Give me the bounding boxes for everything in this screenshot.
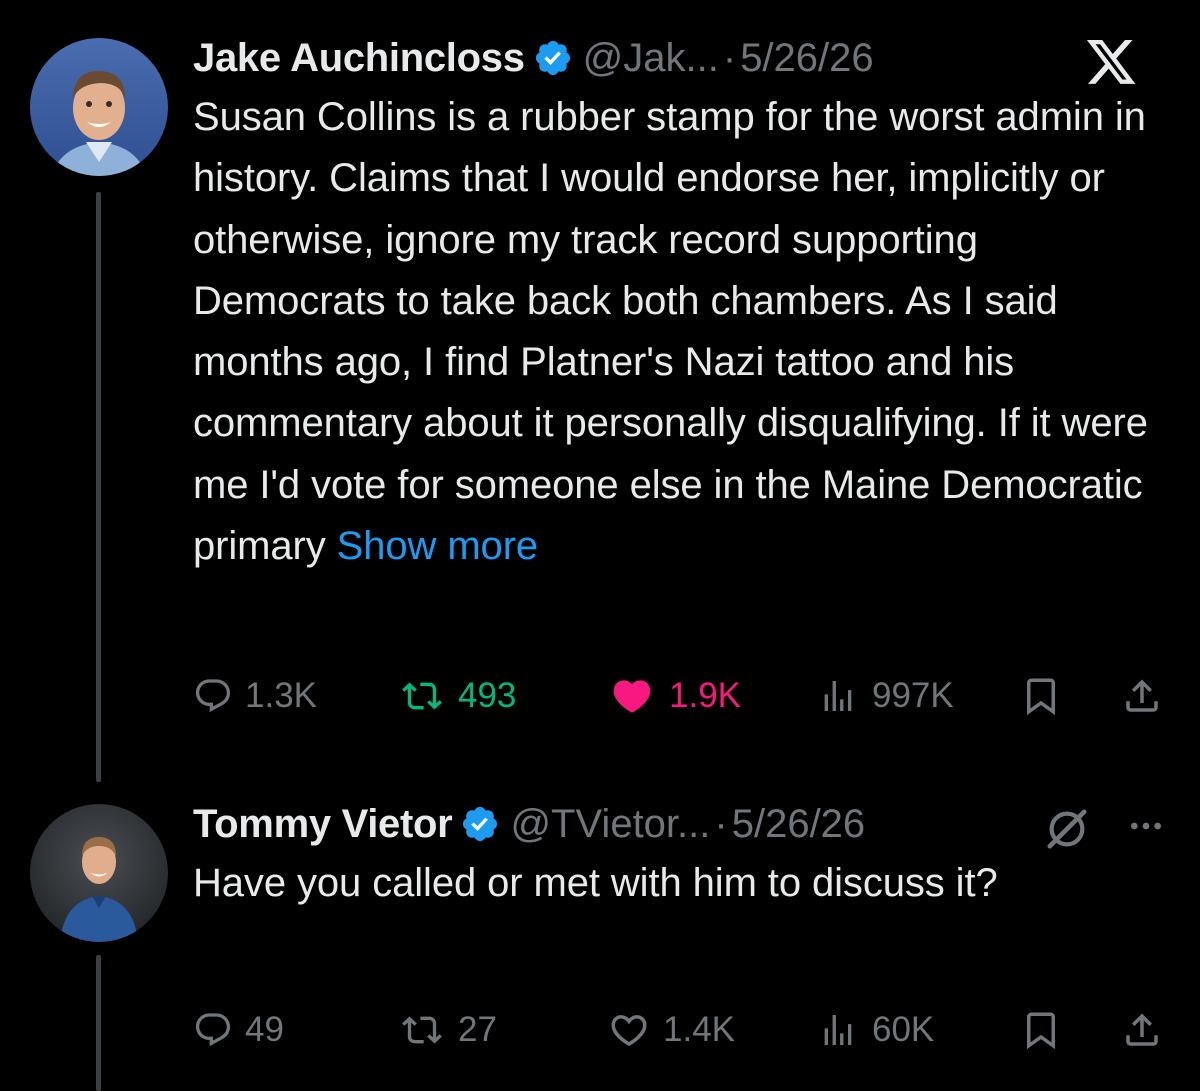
tweet-text-content: Susan Collins is a rubber stamp for the … — [193, 95, 1148, 569]
repost-button[interactable]: 27 — [398, 1002, 497, 1058]
bookmark-button[interactable] — [1020, 1002, 1062, 1058]
repost-count: 493 — [458, 676, 517, 715]
verified-badge-icon — [533, 38, 573, 78]
grok-icon[interactable] — [1044, 806, 1090, 857]
bookmark-button[interactable] — [1020, 668, 1062, 724]
separator-dot: · — [714, 801, 728, 846]
reply-button[interactable]: 1.3K — [193, 668, 317, 724]
heart-outline-icon — [611, 1015, 647, 1047]
repost-count: 27 — [458, 1010, 497, 1049]
tweet-header: Tommy Vietor @TVietor... · 5/26/26 — [193, 796, 1168, 852]
thread-line — [96, 192, 101, 782]
views-icon — [824, 1015, 852, 1045]
views-count: 60K — [872, 1010, 935, 1049]
share-icon — [1126, 679, 1158, 712]
share-icon — [1126, 1013, 1158, 1046]
verified-badge-icon — [460, 804, 500, 844]
reply-count: 49 — [245, 1010, 284, 1049]
thread-line — [96, 955, 101, 1091]
like-button[interactable]: 1.9K — [607, 668, 741, 724]
tweet-date[interactable]: 5/26/26 — [740, 36, 873, 81]
avatar[interactable] — [30, 804, 168, 942]
views-button[interactable]: 60K — [816, 1002, 934, 1058]
avatar[interactable] — [30, 38, 168, 176]
like-button[interactable]: 1.4K — [607, 1002, 735, 1058]
tweet-header: Jake Auchincloss @Jak... · 5/26/26 — [193, 30, 1168, 86]
heart-filled-icon — [613, 680, 651, 713]
share-button[interactable] — [1121, 668, 1163, 724]
author-handle[interactable]: @TVietor... — [510, 802, 710, 847]
tweet-1[interactable]: Jake Auchincloss @Jak... · 5/26/26 Susan… — [0, 0, 1200, 782]
show-more-link[interactable]: Show more — [337, 524, 539, 568]
views-count: 997K — [872, 676, 954, 715]
author-handle[interactable]: @Jak... — [583, 36, 719, 81]
x-logo-icon — [1086, 40, 1138, 91]
bookmark-icon — [1027, 1012, 1055, 1050]
views-icon — [824, 681, 852, 711]
tweet-text: Susan Collins is a rubber stamp for the … — [193, 87, 1168, 577]
like-count: 1.9K — [669, 676, 741, 715]
tweet-text-content: Have you called or met with him to discu… — [193, 861, 998, 905]
views-button[interactable]: 997K — [816, 668, 954, 724]
like-count: 1.4K — [663, 1010, 735, 1049]
reply-icon — [195, 679, 231, 713]
tweet-actions: 49 27 1.4K 60K — [193, 1002, 1168, 1058]
reply-button[interactable]: 49 — [193, 1002, 284, 1058]
bookmark-icon — [1027, 678, 1055, 716]
tweet-2[interactable]: Tommy Vietor @TVietor... · 5/26/26 Have … — [0, 780, 1200, 1091]
tweet-actions: 1.3K 493 1.9K 997K — [193, 668, 1168, 724]
repost-button[interactable]: 493 — [398, 668, 516, 724]
more-icon[interactable] — [1124, 806, 1168, 851]
tweet-date[interactable]: 5/26/26 — [732, 802, 865, 847]
repost-icon — [402, 1016, 442, 1044]
author-name[interactable]: Tommy Vietor — [193, 802, 453, 847]
author-name[interactable]: Jake Auchincloss — [193, 36, 525, 81]
reply-count: 1.3K — [245, 676, 317, 715]
repost-icon — [402, 682, 442, 710]
share-button[interactable] — [1121, 1002, 1163, 1058]
reply-icon — [195, 1013, 231, 1047]
separator-dot: · — [722, 35, 737, 80]
tweet-text: Have you called or met with him to discu… — [193, 853, 1133, 914]
